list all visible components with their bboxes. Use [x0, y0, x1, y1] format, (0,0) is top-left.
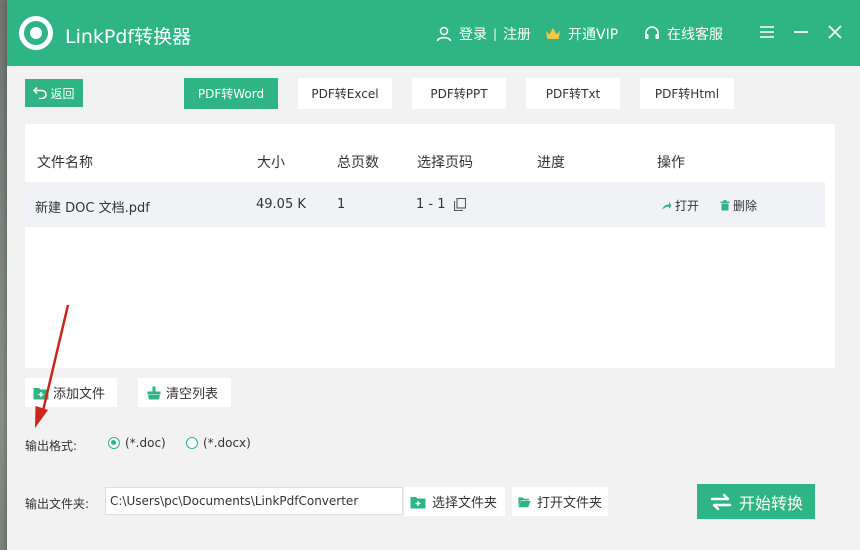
output-folder-label: 输出文件夹:: [25, 497, 90, 511]
minimize-icon[interactable]: [791, 22, 811, 42]
broom-icon: [147, 386, 161, 399]
tab-pdf-to-excel[interactable]: PDF转Excel: [298, 78, 392, 109]
output-format-label: 输出格式:: [25, 439, 78, 453]
column-header-size: 大小: [257, 155, 285, 171]
column-header-pages: 总页数: [337, 155, 379, 171]
page-count-cell: 1: [337, 197, 346, 212]
tab-label: PDF转Excel: [311, 87, 379, 101]
clear-list-button[interactable]: 清空列表: [138, 378, 231, 407]
format-radio-doc[interactable]: (*.doc): [108, 436, 166, 450]
delete-file-button[interactable]: 删除: [720, 197, 757, 214]
folder-add-icon: [33, 387, 49, 399]
tab-label: PDF转Word: [197, 87, 265, 101]
service-label: 在线客服: [667, 27, 723, 43]
column-header-actions: 操作: [657, 155, 685, 171]
folder-add-icon: [410, 496, 426, 508]
app-title: LinkPdf转换器: [65, 26, 192, 48]
menu-icon[interactable]: [757, 22, 777, 42]
clear-list-label: 清空列表: [166, 387, 219, 402]
radio-unchecked-icon: [186, 437, 198, 449]
vip-label: 开通VIP: [568, 27, 619, 43]
add-file-label: 添加文件: [53, 387, 106, 402]
column-header-progress: 进度: [537, 155, 565, 171]
page-range-value: 1 - 1: [416, 197, 446, 212]
app-window: LinkPdf转换器 登录 | 注册 开通VIP 在线客服 返回 PDF转Wor…: [7, 0, 860, 550]
format-docx-label: (*.docx): [203, 436, 251, 450]
file-list-panel: 文件名称 大小 总页数 选择页码 进度 操作 新建 DOC 文档.pdf 49.…: [25, 124, 835, 368]
tab-label: PDF转Html: [654, 87, 720, 101]
page-range-cell: 1 - 1: [416, 197, 466, 212]
app-logo-icon: [19, 16, 53, 50]
tab-pdf-to-word[interactable]: PDF转Word: [184, 78, 278, 109]
tab-pdf-to-txt[interactable]: PDF转Txt: [526, 78, 620, 109]
start-convert-button[interactable]: 开始转换: [697, 484, 815, 519]
file-size-cell: 49.05 K: [256, 197, 306, 212]
column-header-page-range: 选择页码: [417, 155, 473, 171]
page-select-icon[interactable]: [453, 198, 466, 211]
headset-icon: [645, 26, 659, 39]
column-header-filename: 文件名称: [37, 155, 93, 171]
open-file-button[interactable]: 打开: [661, 197, 699, 214]
login-register: 登录 | 注册: [435, 24, 531, 44]
open-file-label: 打开: [675, 199, 700, 213]
folder-open-icon: [518, 497, 531, 507]
back-button[interactable]: 返回: [25, 79, 83, 107]
start-convert-label: 开始转换: [738, 493, 803, 513]
tab-pdf-to-html[interactable]: PDF转Html: [640, 78, 734, 109]
add-file-button[interactable]: 添加文件: [25, 378, 117, 407]
radio-checked-icon: [108, 437, 120, 449]
close-icon[interactable]: [825, 22, 845, 42]
open-folder-button[interactable]: 打开文件夹: [512, 487, 608, 516]
crown-icon: [546, 28, 560, 39]
file-name-cell: 新建 DOC 文档.pdf: [35, 201, 150, 216]
share-arrow-icon: [662, 201, 672, 210]
format-doc-label: (*.doc): [125, 436, 166, 450]
vip-button[interactable]: 开通VIP: [544, 24, 618, 44]
trash-icon: [720, 200, 730, 211]
back-arrow-icon: [33, 87, 48, 99]
tab-pdf-to-ppt[interactable]: PDF转PPT: [412, 78, 506, 109]
choose-folder-label: 选择文件夹: [432, 496, 498, 511]
convert-arrows-icon: [710, 493, 732, 510]
format-radio-docx[interactable]: (*.docx): [186, 436, 251, 450]
user-icon: [436, 26, 452, 42]
login-link[interactable]: 登录: [459, 24, 487, 44]
online-service-button[interactable]: 在线客服: [643, 24, 723, 44]
choose-folder-button[interactable]: 选择文件夹: [404, 487, 505, 516]
back-label: 返回: [50, 86, 75, 101]
delete-file-label: 删除: [733, 199, 758, 213]
tab-label: PDF转Txt: [545, 87, 601, 101]
register-link[interactable]: 注册: [503, 24, 531, 44]
login-separator: |: [493, 27, 498, 41]
output-folder-input[interactable]: [105, 487, 403, 515]
open-folder-label: 打开文件夹: [536, 496, 602, 511]
table-row[interactable]: 新建 DOC 文档.pdf 49.05 K 1 1 - 1 打开 删除: [25, 182, 825, 227]
title-bar: LinkPdf转换器 登录 | 注册 开通VIP 在线客服: [7, 0, 860, 66]
tab-label: PDF转PPT: [430, 87, 488, 101]
